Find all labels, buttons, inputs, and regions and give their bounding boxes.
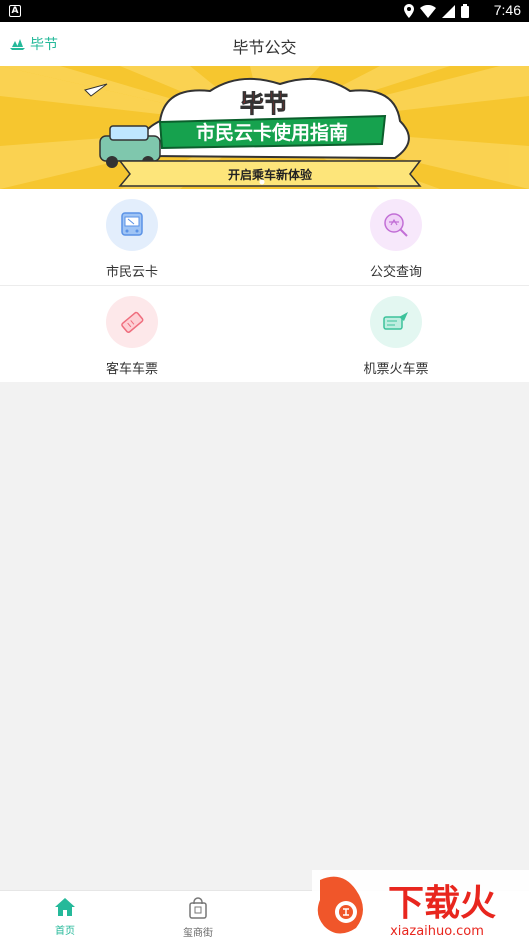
signal-icon (442, 4, 455, 18)
banner-illustration: 毕节 市民云卡使用指南 开启乘车新体验 (0, 66, 529, 189)
bus-card-icon (106, 199, 158, 251)
battery-icon (461, 4, 469, 18)
watermark-logo: 下载火 xiazaihuo.com (312, 870, 529, 941)
location-icon (404, 4, 414, 18)
bus-search-icon (370, 199, 422, 251)
carousel-dot (259, 179, 265, 185)
app-bar: 毕节 毕节公交 (0, 22, 529, 66)
service-label: 市民云卡 (105, 265, 158, 280)
service-plane-train[interactable]: 机票火车票 (264, 286, 528, 382)
svg-text:下载火: 下载火 (388, 883, 496, 924)
banner-headline: 毕节 (240, 90, 288, 118)
service-grid: 市民云卡 公交查询 客车车票 机票火车票 (0, 189, 529, 382)
home-icon (55, 898, 75, 916)
service-label: 公交查询 (369, 265, 422, 280)
service-label: 机票火车票 (363, 362, 429, 377)
status-bar: A 7:46 (0, 0, 529, 22)
plane-train-icon (370, 296, 422, 348)
shop-bag-icon (189, 897, 207, 919)
service-label: 客车车票 (105, 362, 158, 377)
page-title: 毕节公交 (232, 38, 297, 57)
service-citizen-card[interactable]: 市民云卡 (0, 189, 264, 285)
tab-label: 玺商街 (183, 928, 213, 939)
wifi-icon (420, 4, 436, 18)
svg-text:xiazaihuo.com: xiazaihuo.com (390, 924, 484, 939)
clock: 7:46 (493, 2, 521, 18)
coach-ticket-icon (106, 296, 158, 348)
service-bus-query[interactable]: 公交查询 (264, 189, 528, 285)
tab-label: 首页 (55, 926, 75, 937)
banner-subtitle: 市民云卡使用指南 (196, 121, 348, 144)
status-icons (404, 3, 469, 19)
banner-tagline: 开启乘车新体验 (228, 167, 313, 182)
promo-banner[interactable]: 毕节 市民云卡使用指南 开启乘车新体验 (0, 66, 529, 189)
service-coach-ticket[interactable]: 客车车票 (0, 286, 264, 382)
tab-home[interactable]: 首页 (30, 897, 100, 937)
tab-shop[interactable]: 玺商街 (163, 897, 233, 939)
notification-icon: A (9, 5, 21, 17)
